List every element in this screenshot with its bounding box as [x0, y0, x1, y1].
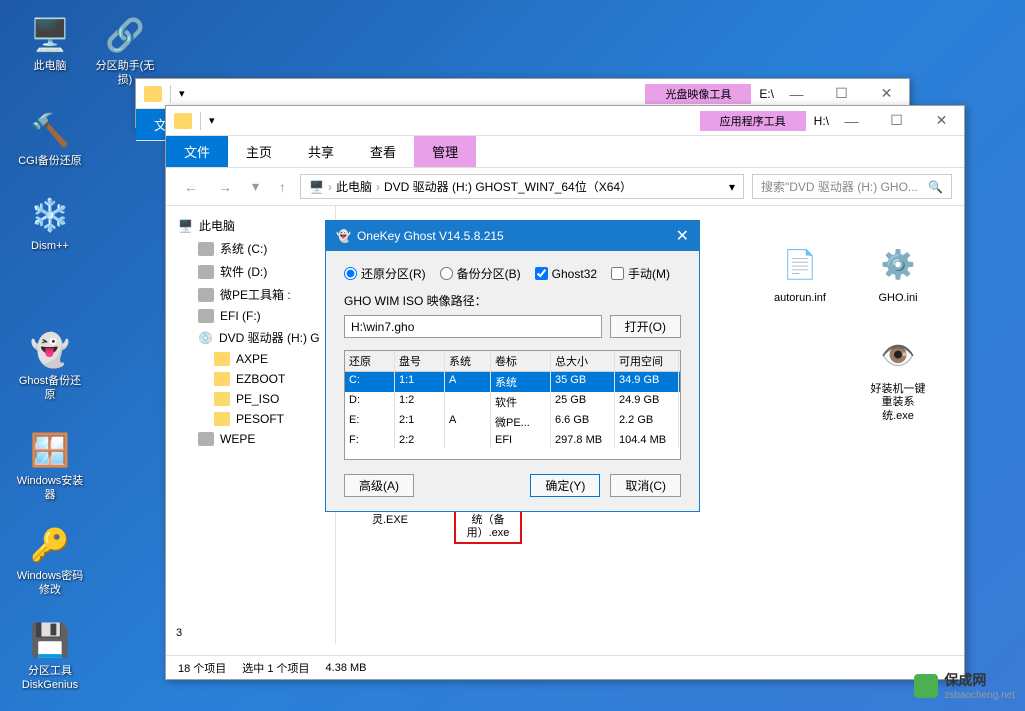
file-item[interactable]: 👁️好装机一键重装系统.exe [864, 329, 932, 427]
tree-thispc[interactable]: 🖥️此电脑 [174, 214, 327, 237]
file-item[interactable]: ⚙️GHO.ini [864, 238, 932, 309]
check-ghost32[interactable]: Ghost32 [535, 267, 597, 281]
desktop-icon-thispc[interactable]: 🖥️此电脑 [15, 15, 85, 73]
close-button[interactable]: ✕ [864, 80, 909, 108]
desktop-icon-dism[interactable]: ❄️Dism++ [15, 195, 85, 253]
search-icon: 🔍 [928, 180, 943, 194]
desktop-icon-partition[interactable]: 🔗分区助手(无损) [90, 15, 160, 88]
table-row[interactable]: F:2:2EFI297.8 MB104.4 MB [345, 432, 680, 448]
desktop-icon-winpw[interactable]: 🔑Windows密码修改 [15, 525, 85, 598]
close-button[interactable]: ✕ [676, 226, 689, 246]
table-row[interactable]: E:2:1A微PE...6.6 GB2.2 GB [345, 412, 680, 432]
desktop-icon-diskgenius[interactable]: 💾分区工具DiskGenius [15, 620, 85, 693]
tree-drive[interactable]: 微PE工具箱 : [174, 283, 327, 306]
maximize-button[interactable]: ☐ [874, 107, 919, 135]
tree-drive[interactable]: EFI (F:) [174, 306, 327, 326]
tools-badge: 光盘映像工具 [645, 84, 751, 104]
tab-manage[interactable]: 管理 [414, 136, 476, 167]
onekey-ghost-dialog: 👻 OneKey Ghost V14.5.8.215 ✕ 还原分区(R) 备份分… [325, 220, 700, 512]
cancel-button[interactable]: 取消(C) [610, 474, 681, 497]
watermark: 保成网zsbaocheng.net [914, 670, 1015, 701]
tab-view[interactable]: 查看 [352, 136, 414, 167]
dialog-title: OneKey Ghost V14.5.8.215 [357, 229, 504, 243]
tools-badge: 应用程序工具 [700, 111, 806, 131]
status-bar: 18 个项目 选中 1 个项目 4.38 MB [166, 655, 964, 679]
tree-folder[interactable]: PE_ISO [174, 389, 327, 409]
path-label: GHO WIM ISO 映像路径： [344, 292, 681, 309]
open-button[interactable]: 打开(O) [610, 315, 681, 338]
table-row[interactable]: C:1:1A系统35 GB34.9 GB [345, 372, 680, 392]
radio-restore[interactable]: 还原分区(R) [344, 265, 426, 282]
tree-drive[interactable]: 软件 (D:) [174, 260, 327, 283]
search-input[interactable]: 搜索"DVD 驱动器 (H:) GHO...🔍 [752, 174, 952, 199]
shield-icon [914, 674, 938, 698]
file-item[interactable]: 📄autorun.inf [766, 238, 834, 309]
tab-home[interactable]: 主页 [228, 136, 290, 167]
nav-forward[interactable]: → [212, 177, 238, 197]
folder-icon [144, 86, 162, 102]
nav-up[interactable]: ↑ [273, 177, 292, 197]
nav-tree: 🖥️此电脑 系统 (C:) 软件 (D:) 微PE工具箱 : EFI (F:) … [166, 206, 336, 644]
folder-icon [174, 113, 192, 129]
tree-folder[interactable]: PESOFT [174, 409, 327, 429]
tree-folder[interactable]: EZBOOT [174, 369, 327, 389]
partition-table: 还原盘号系统卷标总大小可用空间 C:1:1A系统35 GB34.9 GB D:1… [344, 350, 681, 460]
ghost-icon: 👻 [336, 229, 351, 243]
table-row[interactable]: D:1:2软件25 GB24.9 GB [345, 392, 680, 412]
tab-file[interactable]: 文件 [166, 136, 228, 167]
maximize-button[interactable]: ☐ [819, 80, 864, 108]
nav-recent[interactable]: ▾ [246, 176, 265, 197]
ok-button[interactable]: 确定(Y) [530, 474, 600, 497]
tab-share[interactable]: 共享 [290, 136, 352, 167]
minimize-button[interactable]: — [829, 107, 874, 135]
breadcrumb[interactable]: 🖥️› 此电脑› DVD 驱动器 (H:) GHOST_WIN7_64位（X64… [300, 174, 744, 199]
tree-drive[interactable]: WEPE [174, 429, 327, 449]
radio-backup[interactable]: 备份分区(B) [440, 265, 521, 282]
path-input[interactable] [344, 315, 602, 338]
tree-drive[interactable]: 💿DVD 驱动器 (H:) G [174, 326, 327, 349]
tree-folder[interactable]: AXPE [174, 349, 327, 369]
close-button[interactable]: ✕ [919, 107, 964, 135]
advanced-button[interactable]: 高级(A) [344, 474, 414, 497]
desktop-icon-cgi[interactable]: 🔨CGI备份还原 [15, 110, 85, 168]
desktop-icon-ghost[interactable]: 👻Ghost备份还原 [15, 330, 85, 403]
check-manual[interactable]: 手动(M) [611, 265, 670, 282]
tree-drive[interactable]: 系统 (C:) [174, 237, 327, 260]
desktop-icon-wininstall[interactable]: 🪟Windows安装器 [15, 430, 85, 503]
nav-back[interactable]: ← [178, 177, 204, 197]
minimize-button[interactable]: — [774, 80, 819, 108]
